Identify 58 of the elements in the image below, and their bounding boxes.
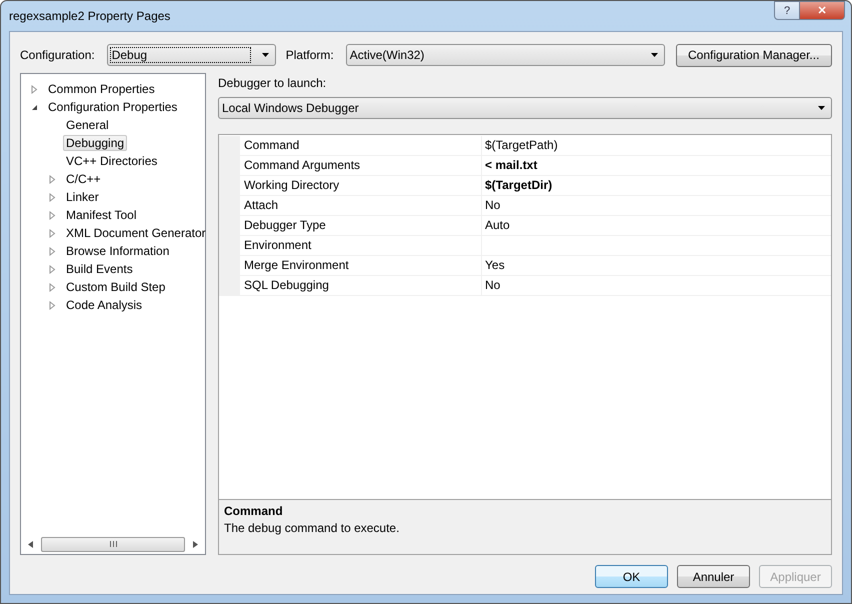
dialog-button[interactable]: OK [595,565,668,588]
window-title: regexsample2 Property Pages [9,9,170,23]
configuration-label: Configuration: [20,48,95,62]
tree-item[interactable]: Custom Build Step [63,279,168,295]
property-value[interactable]: Auto [482,216,831,235]
configuration-dropdown[interactable]: Debug [106,44,276,66]
property-value[interactable]: No [482,196,831,215]
configuration-manager-button[interactable]: Configuration Manager... [676,44,832,66]
scroll-right-icon[interactable] [193,540,198,548]
property-name[interactable]: Merge Environment [240,256,482,275]
collapsed-arrow-icon[interactable] [49,246,56,256]
property-name[interactable]: Command Arguments [240,156,482,175]
help-button[interactable]: ? [774,1,800,20]
collapsed-arrow-icon[interactable] [49,174,56,184]
tree-item[interactable]: Linker [63,189,102,205]
dropdown-arrow-icon [650,53,658,57]
tree-item[interactable]: Common Properties [45,81,158,97]
tree-item[interactable]: C/C++ [63,171,104,187]
collapsed-arrow-icon[interactable] [49,282,56,292]
debugger-dropdown[interactable]: Local Windows Debugger [218,97,832,119]
tree-item[interactable]: Debugging [63,135,128,151]
description-title: Command [224,504,283,518]
property-name[interactable]: SQL Debugging [240,276,482,295]
tree-item[interactable]: General [63,117,112,133]
dialog-button[interactable]: Annuler [677,565,750,588]
collapsed-arrow-icon[interactable] [49,264,56,274]
expanded-arrow-icon[interactable] [31,102,38,112]
property-name[interactable]: Debugger Type [240,216,482,235]
property-value[interactable]: $(TargetPath) [482,136,831,155]
tree-item[interactable]: Manifest Tool [63,207,140,223]
tree-item[interactable]: Code Analysis [63,297,146,313]
property-value[interactable]: $(TargetDir) [482,176,831,195]
property-name[interactable]: Attach [240,196,482,215]
collapsed-arrow-icon[interactable] [49,210,56,220]
tree-item[interactable]: XML Document Generator [63,225,209,241]
scrollbar-thumb[interactable] [41,536,185,552]
property-value[interactable]: No [482,276,831,295]
grip-icon [110,541,116,547]
tree-item[interactable]: Build Events [63,261,136,277]
collapsed-arrow-icon[interactable] [49,192,56,202]
platform-label: Platform: [286,48,334,62]
property-value[interactable]: < mail.txt [482,156,831,175]
collapsed-arrow-icon[interactable] [31,84,38,94]
dropdown-arrow-icon [818,106,825,110]
tree-item[interactable]: Browse Information [63,243,172,259]
dropdown-arrow-icon [262,53,269,57]
tree-item[interactable]: VC++ Directories [63,153,160,169]
platform-dropdown[interactable]: Active(Win32) [346,44,665,66]
tree-item[interactable]: Configuration Properties [45,99,180,115]
collapsed-arrow-icon[interactable] [49,228,56,238]
debugger-label: Debugger to launch: [218,76,328,90]
description-text: The debug command to execute. [224,521,400,535]
collapsed-arrow-icon[interactable] [49,300,56,310]
scroll-left-icon[interactable] [28,540,33,548]
property-name[interactable]: Environment [240,236,482,255]
property-value[interactable]: Yes [482,256,831,275]
property-name[interactable]: Command [240,136,482,155]
property-name[interactable]: Working Directory [240,176,482,195]
